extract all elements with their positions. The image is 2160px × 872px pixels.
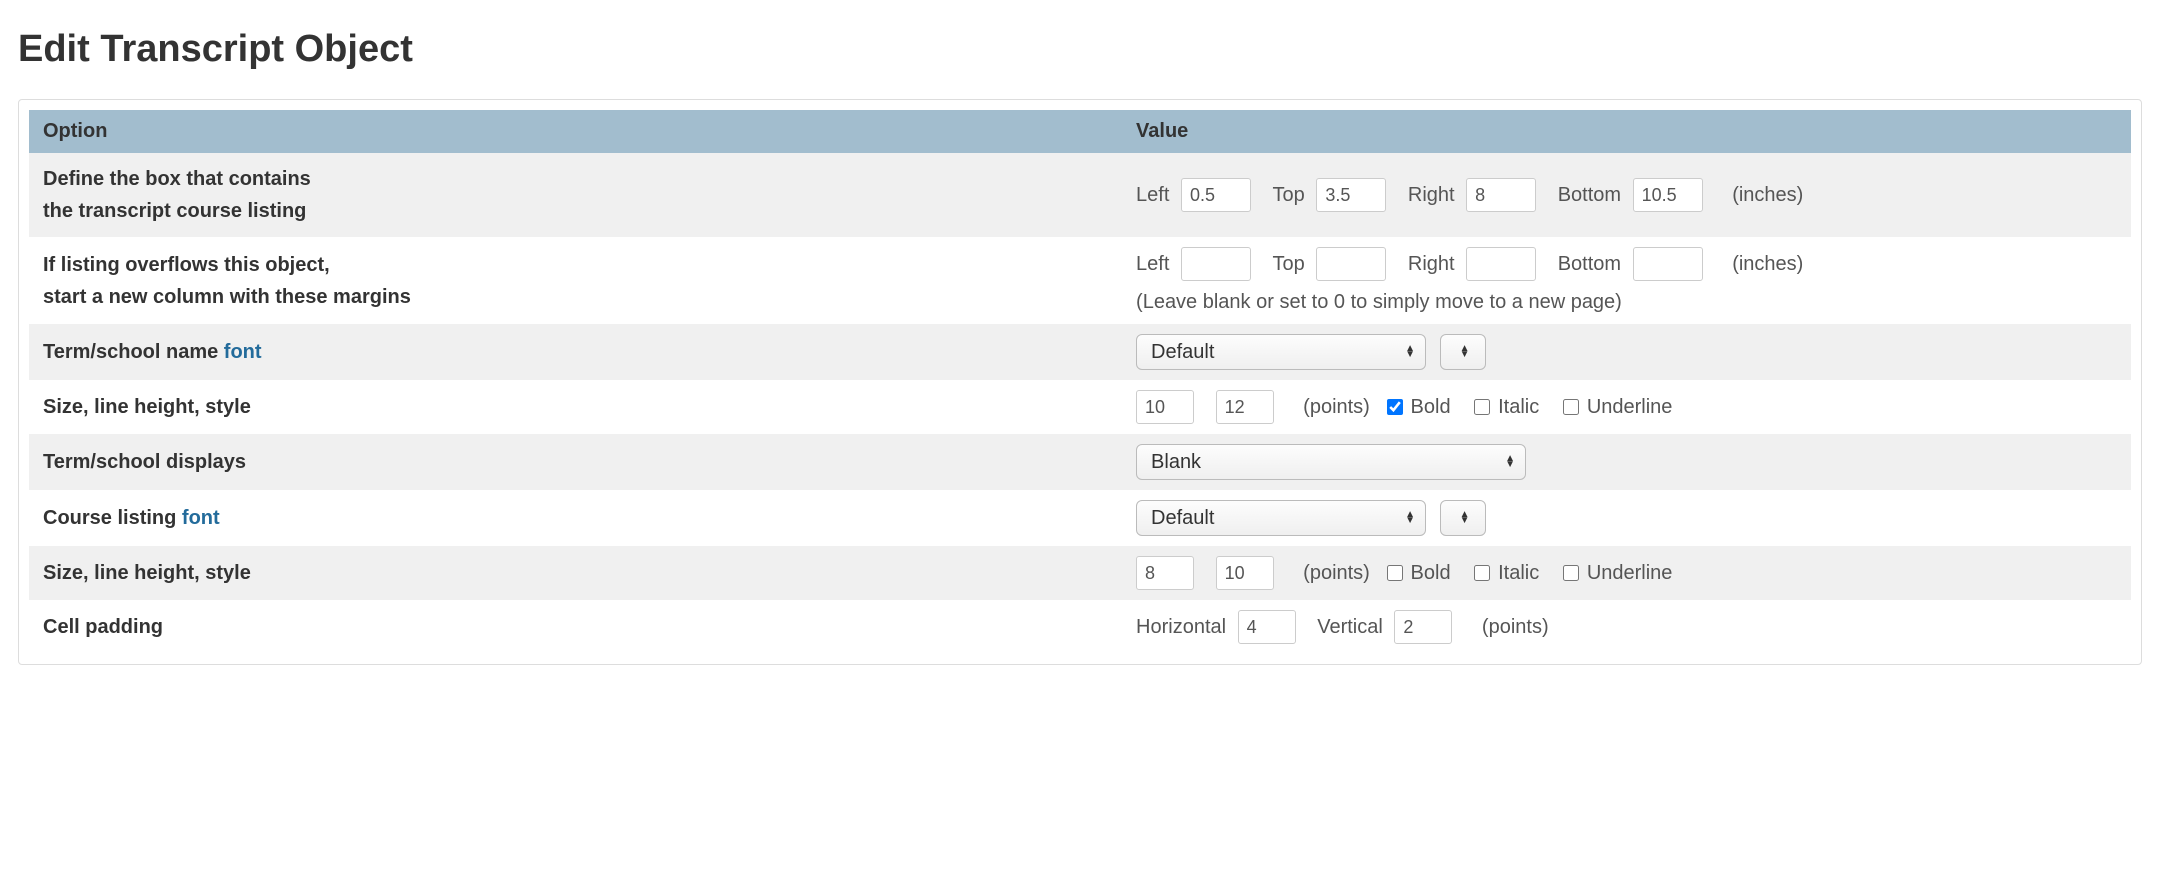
- overflow-right-input[interactable]: [1466, 247, 1536, 281]
- cell-padding-h-label: Horizontal: [1136, 616, 1226, 638]
- box-left-label: Left: [1136, 184, 1169, 206]
- overflow-bottom-label: Bottom: [1558, 253, 1621, 275]
- term-style-label: Size, line height, style: [29, 380, 1122, 434]
- term-displays-select[interactable]: Blank ▲▼: [1136, 444, 1526, 480]
- box-bottom-input[interactable]: [1633, 178, 1703, 212]
- term-italic-checkbox[interactable]: [1474, 399, 1490, 415]
- term-bold-checkbox[interactable]: [1387, 399, 1403, 415]
- overflow-bottom-input[interactable]: [1633, 247, 1703, 281]
- term-font-link[interactable]: font: [224, 341, 262, 363]
- overflow-label-line1: If listing overflows this object,: [43, 254, 330, 276]
- cell-padding-label: Cell padding: [29, 600, 1122, 654]
- course-lineheight-input[interactable]: [1216, 556, 1274, 590]
- box-bottom-label: Bottom: [1558, 184, 1621, 206]
- term-displays-label: Term/school displays: [29, 434, 1122, 490]
- overflow-units: (inches): [1732, 253, 1803, 275]
- course-underline-text: Underline: [1587, 562, 1673, 585]
- row-term-font: Term/school name font Default ▲▼ ▲▼: [29, 324, 2131, 380]
- box-top-input[interactable]: [1316, 178, 1386, 212]
- cell-padding-h-input[interactable]: [1238, 610, 1296, 644]
- box-units: (inches): [1732, 184, 1803, 206]
- overflow-left-input[interactable]: [1181, 247, 1251, 281]
- overflow-top-input[interactable]: [1316, 247, 1386, 281]
- col-option: Option: [29, 110, 1122, 153]
- row-term-style: Size, line height, style (points) Bold I: [29, 380, 2131, 434]
- updown-icon: ▲▼: [1460, 512, 1470, 524]
- term-displays-select-value: Blank: [1151, 451, 1201, 474]
- course-size-input[interactable]: [1136, 556, 1194, 590]
- updown-icon: ▲▼: [1460, 346, 1470, 358]
- row-term-displays: Term/school displays Blank ▲▼: [29, 434, 2131, 490]
- term-size-input[interactable]: [1136, 390, 1194, 424]
- page-title: Edit Transcript Object: [18, 28, 2142, 71]
- course-italic-text: Italic: [1498, 562, 1539, 585]
- box-left-input[interactable]: [1181, 178, 1251, 212]
- cell-padding-v-label: Vertical: [1317, 616, 1383, 638]
- overflow-left-label: Left: [1136, 253, 1169, 275]
- term-font-select[interactable]: Default ▲▼: [1136, 334, 1426, 370]
- overflow-top-label: Top: [1273, 253, 1305, 275]
- term-style-units: (points): [1303, 396, 1370, 418]
- overflow-right-label: Right: [1408, 253, 1455, 275]
- row-course-font: Course listing font Default ▲▼ ▲▼: [29, 490, 2131, 546]
- box-right-input[interactable]: [1466, 178, 1536, 212]
- course-italic-checkbox[interactable]: [1474, 565, 1490, 581]
- course-italic-checkbox-label[interactable]: Italic: [1474, 562, 1539, 585]
- term-font-select-value: Default: [1151, 341, 1214, 364]
- term-underline-checkbox[interactable]: [1563, 399, 1579, 415]
- term-bold-text: Bold: [1411, 396, 1451, 419]
- box-right-label: Right: [1408, 184, 1455, 206]
- course-font-variant-select[interactable]: ▲▼: [1440, 500, 1486, 536]
- course-font-link[interactable]: font: [182, 507, 220, 529]
- course-bold-checkbox-label[interactable]: Bold: [1387, 562, 1451, 585]
- box-label-line1: Define the box that contains: [43, 168, 311, 190]
- course-underline-checkbox-label[interactable]: Underline: [1563, 562, 1673, 585]
- box-label-line2: the transcript course listing: [43, 200, 306, 222]
- row-overflow-margins: If listing overflows this object, start …: [29, 237, 2131, 324]
- term-underline-checkbox-label[interactable]: Underline: [1563, 396, 1673, 419]
- updown-icon: ▲▼: [1505, 456, 1515, 468]
- options-table: Option Value Define the box that contain…: [29, 110, 2131, 654]
- term-lineheight-input[interactable]: [1216, 390, 1274, 424]
- term-font-variant-select[interactable]: ▲▼: [1440, 334, 1486, 370]
- updown-icon: ▲▼: [1405, 512, 1415, 524]
- course-style-units: (points): [1303, 562, 1370, 584]
- course-bold-text: Bold: [1411, 562, 1451, 585]
- course-font-select[interactable]: Default ▲▼: [1136, 500, 1426, 536]
- term-italic-checkbox-label[interactable]: Italic: [1474, 396, 1539, 419]
- term-underline-text: Underline: [1587, 396, 1673, 419]
- course-style-label: Size, line height, style: [29, 546, 1122, 600]
- cell-padding-units: (points): [1482, 616, 1549, 638]
- row-container-box: Define the box that contains the transcr…: [29, 153, 2131, 237]
- course-bold-checkbox[interactable]: [1387, 565, 1403, 581]
- term-italic-text: Italic: [1498, 396, 1539, 419]
- cell-padding-v-input[interactable]: [1394, 610, 1452, 644]
- term-font-label-prefix: Term/school name: [43, 341, 224, 363]
- course-underline-checkbox[interactable]: [1563, 565, 1579, 581]
- updown-icon: ▲▼: [1405, 346, 1415, 358]
- row-course-style: Size, line height, style (points) Bold I: [29, 546, 2131, 600]
- options-panel: Option Value Define the box that contain…: [18, 99, 2142, 665]
- course-font-label-prefix: Course listing: [43, 507, 182, 529]
- row-cell-padding: Cell padding Horizontal Vertical (points…: [29, 600, 2131, 654]
- term-bold-checkbox-label[interactable]: Bold: [1387, 396, 1451, 419]
- course-font-select-value: Default: [1151, 507, 1214, 530]
- overflow-label-line2: start a new column with these margins: [43, 286, 411, 308]
- col-value: Value: [1122, 110, 2131, 153]
- overflow-hint: (Leave blank or set to 0 to simply move …: [1136, 291, 2117, 314]
- box-top-label: Top: [1273, 184, 1305, 206]
